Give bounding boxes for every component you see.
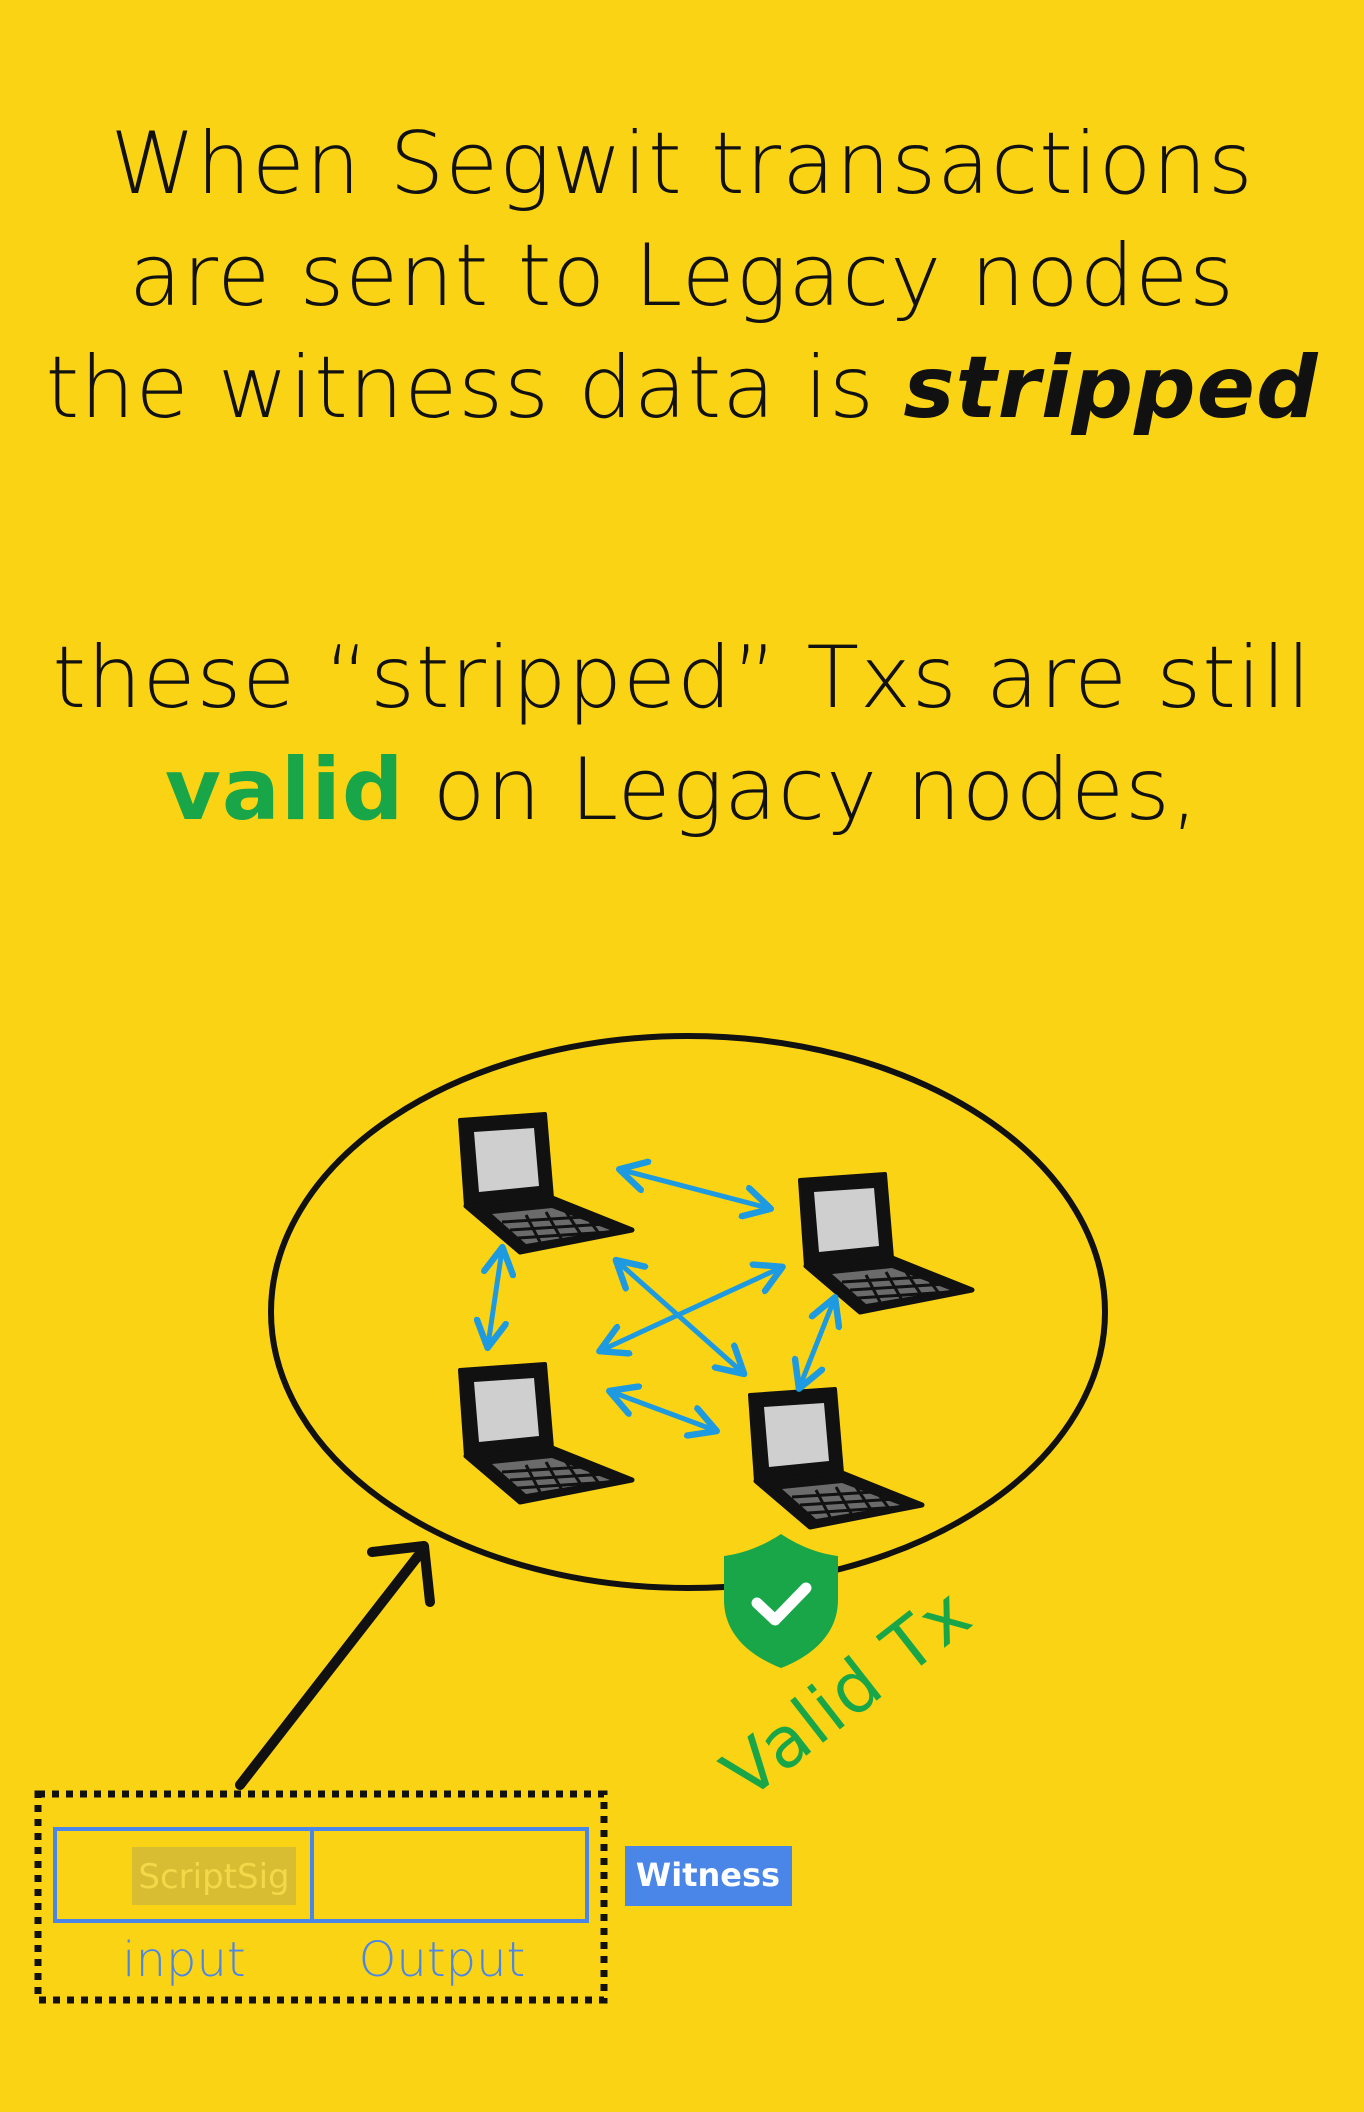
shield-check-icon: [724, 1534, 838, 1668]
input-label: input: [122, 1932, 245, 1988]
laptop-icon: [800, 1174, 972, 1312]
laptop-icon: [460, 1114, 632, 1252]
transaction-box: ScriptSig input Output Witness: [34, 1790, 792, 2004]
witness-label: Witness: [636, 1856, 780, 1894]
laptop-icon: [460, 1364, 632, 1502]
laptop-icon: [750, 1389, 922, 1527]
scriptsig-label: ScriptSig: [138, 1857, 289, 1897]
arrow-to-network: [235, 1541, 435, 1790]
network-diagram: Valid Tx ScriptSig input Output Witness: [34, 1033, 1108, 2004]
output-label: Output: [359, 1932, 526, 1988]
